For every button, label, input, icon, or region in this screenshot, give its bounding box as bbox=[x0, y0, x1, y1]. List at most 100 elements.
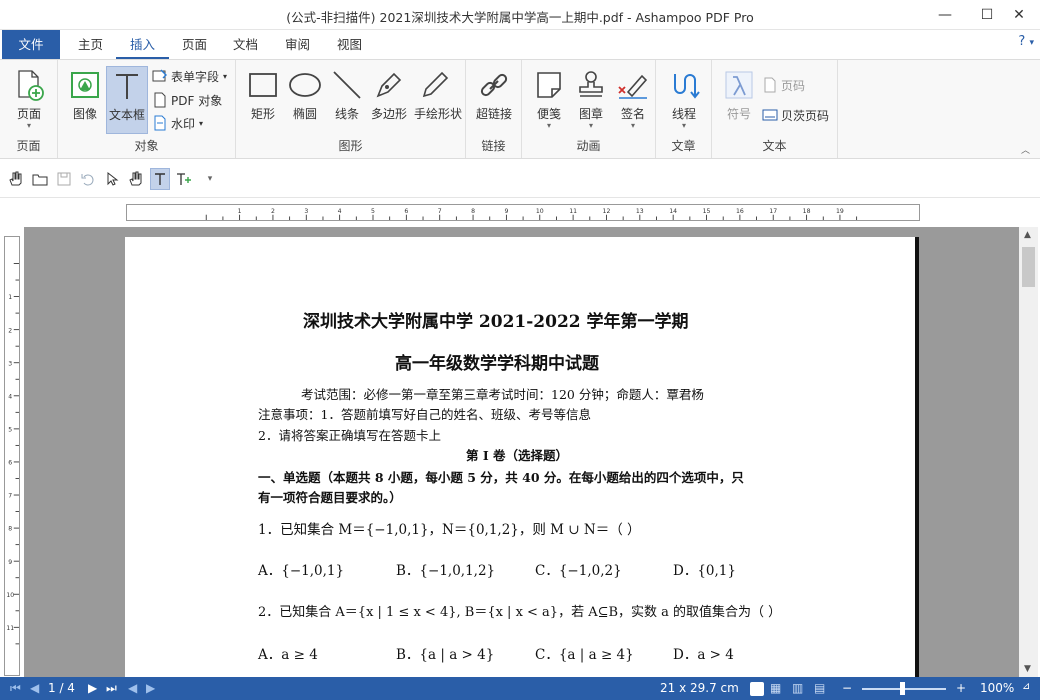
insert-page-button[interactable]: 页面 ▾ bbox=[8, 66, 50, 134]
zoom-out-icon[interactable]: − bbox=[842, 681, 852, 695]
pdf-object-button[interactable]: PDF 对象 bbox=[152, 90, 222, 110]
rectangle-icon bbox=[249, 73, 277, 97]
last-page-icon[interactable]: ⏭ bbox=[106, 681, 117, 696]
ruler-label: 19 bbox=[836, 208, 844, 215]
ruler-label: 14 bbox=[669, 208, 677, 215]
file-menu[interactable]: 文件 bbox=[2, 30, 60, 59]
pan-hand-icon[interactable] bbox=[126, 168, 146, 190]
ellipse-button[interactable]: 椭圆 bbox=[284, 66, 326, 134]
group-label-article: 文章 bbox=[671, 139, 696, 153]
zoom-slider-thumb[interactable] bbox=[900, 682, 905, 695]
customize-toolbar-icon[interactable]: ▾ bbox=[200, 168, 220, 190]
ruler-label: 17 bbox=[769, 208, 777, 215]
zoom-in-icon[interactable]: + bbox=[956, 681, 966, 695]
doc-part1-line1: 一、单选题（本题共 8 小题，每小题 5 分，共 40 分。在每小题给出的四个选… bbox=[258, 470, 744, 485]
tab-view[interactable]: 视图 bbox=[323, 30, 376, 59]
page-number-button[interactable]: 页码 bbox=[762, 75, 805, 95]
ruler-label: 11 bbox=[6, 625, 14, 632]
pdf-page[interactable]: 深圳技术大学附属中学 2021-2022 学年第一学期 高一年级数学学科期中试题… bbox=[125, 237, 919, 677]
freehand-button[interactable]: 手绘形状 bbox=[414, 66, 462, 134]
scroll-down-icon[interactable]: ▼ bbox=[1024, 664, 1031, 674]
doc-q1-option-c: C．{−1,0,2} bbox=[535, 563, 622, 579]
first-page-icon[interactable]: ⏮ bbox=[10, 681, 21, 696]
text-tool-icon bbox=[116, 74, 138, 99]
page-indicator[interactable]: 1 / 4 bbox=[48, 681, 75, 695]
tab-insert[interactable]: 插入 bbox=[116, 30, 170, 59]
polygon-button[interactable]: 多边形 bbox=[368, 66, 410, 134]
fit-view-icon[interactable]: ▤ bbox=[814, 681, 825, 695]
insert-textbox-button[interactable]: 文本框 bbox=[106, 66, 148, 134]
ribbon-group-annotations: 便笺 ▾ 图章 ▾ 签名 ▾ 动画 bbox=[522, 60, 656, 158]
doc-exam-scope: 考试范围：必修一第一章至第三章考试时间：120 分钟；命题人：覃君杨 bbox=[301, 387, 704, 402]
pencil-icon bbox=[422, 71, 449, 98]
line-button[interactable]: 线条 bbox=[326, 66, 368, 134]
ruler-label: 6 bbox=[404, 208, 408, 215]
select-hand-icon[interactable] bbox=[6, 168, 26, 190]
add-text-icon[interactable] bbox=[174, 168, 194, 190]
ruler-label: 1 bbox=[8, 294, 12, 301]
close-button[interactable]: ✕ bbox=[998, 0, 1040, 30]
tab-page[interactable]: 页面 bbox=[168, 30, 221, 59]
stamp-button[interactable]: 图章 ▾ bbox=[570, 66, 612, 134]
ruler-label: 9 bbox=[8, 559, 12, 566]
doc-section-heading: 第 I 卷（选择题） bbox=[466, 448, 569, 463]
page-size-label: 21 x 29.7 cm bbox=[660, 681, 739, 695]
group-label-text: 文本 bbox=[762, 139, 787, 153]
ruler-label: 11 bbox=[569, 208, 577, 215]
bates-number-button[interactable]: 贝茨页码 bbox=[762, 105, 829, 125]
collapse-ribbon-icon[interactable]: ︿ bbox=[1021, 143, 1030, 156]
vertical-scrollbar[interactable]: ▲ ▼ bbox=[1019, 227, 1038, 677]
sticky-note-button[interactable]: 便笺 ▾ bbox=[528, 66, 570, 134]
ribbon-group-page: 页面 ▾ 页面 bbox=[0, 60, 58, 158]
ruler-label: 8 bbox=[471, 208, 475, 215]
tab-home[interactable]: 主页 bbox=[64, 30, 117, 59]
thread-icon bbox=[674, 74, 700, 99]
hyperlink-button[interactable]: 超链接 bbox=[473, 66, 515, 134]
ribbon-group-article: 线程 ▾ 文章 bbox=[656, 60, 712, 158]
ribbon-group-shapes: 矩形 椭圆 线条 多边形 手绘形状 图形 bbox=[236, 60, 466, 158]
ruler-label: 2 bbox=[8, 327, 12, 334]
scroll-thumb[interactable] bbox=[1022, 247, 1035, 287]
text-select-icon[interactable] bbox=[150, 168, 170, 190]
page-number-icon bbox=[764, 77, 776, 93]
open-folder-icon[interactable] bbox=[30, 168, 50, 190]
tab-document[interactable]: 文档 bbox=[219, 30, 272, 59]
ruler-label: 3 bbox=[304, 208, 308, 215]
link-icon bbox=[480, 73, 508, 97]
signature-button[interactable]: 签名 ▾ bbox=[612, 66, 654, 134]
group-label-objects: 对象 bbox=[134, 139, 159, 153]
ruler-label: 1 bbox=[238, 208, 242, 215]
thread-button[interactable]: 线程 ▾ bbox=[663, 66, 705, 134]
document-canvas[interactable]: 深圳技术大学附属中学 2021-2022 学年第一学期 高一年级数学学科期中试题… bbox=[24, 227, 1019, 677]
zoom-level[interactable]: 100% bbox=[980, 681, 1014, 695]
insert-image-button[interactable]: 图像 bbox=[64, 66, 106, 134]
ruler-label: 15 bbox=[703, 208, 711, 215]
scroll-up-icon[interactable]: ▲ bbox=[1024, 230, 1031, 240]
doc-part1-line2: 有一项符合题目要求的。） bbox=[258, 490, 402, 505]
scroll-view-icon[interactable]: ▥ bbox=[792, 681, 803, 695]
two-page-view-icon[interactable]: ▦ bbox=[770, 681, 781, 695]
menu-bar: 文件 主页 插入 页面 文档 审阅 视图 ? ▾ bbox=[0, 30, 1040, 59]
line-icon bbox=[333, 71, 361, 99]
undo-icon[interactable] bbox=[78, 168, 98, 190]
previous-page-icon[interactable]: ◀ bbox=[30, 681, 39, 695]
watermark-button[interactable]: 水印 ▾ bbox=[152, 113, 203, 133]
doc-q2-option-a: A．a ≥ 4 bbox=[258, 647, 318, 663]
help-icon[interactable]: ? ▾ bbox=[1018, 34, 1034, 49]
form-field-button[interactable]: 表单字段 ▾ bbox=[152, 66, 227, 86]
doc-question-2: 2．已知集合 A＝{x | 1 ≤ x < 4}, B＝{x | x < a}，… bbox=[258, 605, 782, 620]
back-view-icon[interactable]: ◀ bbox=[128, 681, 137, 695]
ruler-label: 10 bbox=[6, 592, 14, 599]
group-label-page: 页面 bbox=[16, 139, 41, 153]
minimize-button[interactable]: — bbox=[924, 0, 966, 30]
lambda-icon bbox=[725, 71, 753, 99]
horizontal-ruler: 1 2 3 4 5 6 7 8 9 10 11 12 13 14 15 16 17 18 19 bbox=[126, 204, 920, 221]
single-page-view-icon[interactable] bbox=[750, 682, 764, 696]
pointer-icon[interactable] bbox=[102, 168, 122, 190]
next-page-icon[interactable]: ▶ bbox=[88, 681, 97, 695]
symbol-button[interactable]: 符号 bbox=[718, 66, 760, 134]
save-icon[interactable] bbox=[54, 168, 74, 190]
tab-review[interactable]: 审阅 bbox=[271, 30, 324, 59]
forward-view-icon[interactable]: ▶ bbox=[146, 681, 155, 695]
rectangle-button[interactable]: 矩形 bbox=[242, 66, 284, 134]
